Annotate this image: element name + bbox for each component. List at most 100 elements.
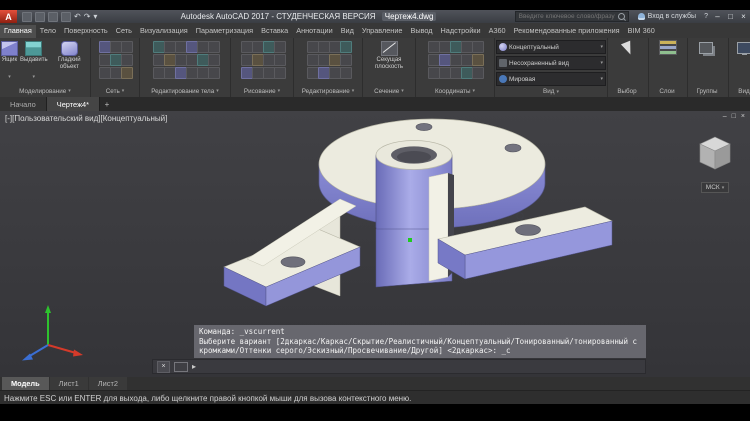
tool-icon[interactable] xyxy=(121,54,133,66)
tool-icon[interactable] xyxy=(186,54,198,66)
tool-icon[interactable] xyxy=(197,54,209,66)
viewport-menu-control[interactable]: [-] xyxy=(5,114,12,123)
tool-icon[interactable] xyxy=(186,41,198,53)
tool-icon[interactable] xyxy=(307,54,319,66)
tab-visualize[interactable]: Визуализация xyxy=(136,25,192,38)
drawing-viewport[interactable]: [-] [Пользовательский вид] [Концептуальн… xyxy=(0,111,750,377)
tab-solid[interactable]: Тело xyxy=(36,25,60,38)
tool-icon[interactable] xyxy=(340,67,352,79)
tool-icon[interactable] xyxy=(318,54,330,66)
panel-label-layers[interactable]: Слои xyxy=(649,85,687,97)
command-input[interactable] xyxy=(200,360,641,373)
command-close-button[interactable]: × xyxy=(157,361,170,373)
file-tab-drawing4[interactable]: Чертеж4* xyxy=(47,97,100,111)
arc-tool-icon[interactable] xyxy=(274,41,286,53)
visual-style-dropdown[interactable]: Концептуальный xyxy=(496,40,606,54)
section-plane-button[interactable]: Секущая плоскость xyxy=(366,40,412,70)
tab-view[interactable]: Вид xyxy=(337,25,358,38)
tool-icon[interactable] xyxy=(197,67,209,79)
tab-featured-apps[interactable]: Рекомендованные приложения xyxy=(510,25,624,38)
tab-a360[interactable]: A360 xyxy=(485,25,510,38)
tool-icon[interactable] xyxy=(263,67,275,79)
tool-icon[interactable] xyxy=(208,67,220,79)
tool-icon[interactable] xyxy=(121,67,133,79)
tool-icon[interactable] xyxy=(175,41,187,53)
help-icon[interactable]: ? xyxy=(701,13,711,20)
viewcube-icon[interactable] xyxy=(694,135,736,171)
selection-cursor-icon[interactable] xyxy=(621,41,635,57)
panel-label-draw[interactable]: Рисование xyxy=(231,85,293,97)
maximize-button[interactable]: □ xyxy=(724,10,737,23)
viewport-minimize-button[interactable]: – xyxy=(723,113,727,120)
save-file-icon[interactable] xyxy=(48,12,58,22)
monitor-icon[interactable] xyxy=(737,42,750,54)
tool-icon[interactable] xyxy=(153,67,165,79)
tab-model[interactable]: Модель xyxy=(2,377,49,390)
tool-icon[interactable] xyxy=(241,54,253,66)
named-view-dropdown[interactable]: Несохраненный вид xyxy=(496,56,606,70)
tool-icon[interactable] xyxy=(307,67,319,79)
tool-icon[interactable] xyxy=(472,41,484,53)
tool-icon[interactable] xyxy=(274,54,286,66)
polyline-tool-icon[interactable] xyxy=(252,41,264,53)
panel-label-mesh[interactable]: Сеть xyxy=(91,85,139,97)
panel-label-solid-editing[interactable]: Редактирование тела xyxy=(140,85,230,97)
tool-icon[interactable] xyxy=(329,54,341,66)
viewport-restore-button[interactable]: □ xyxy=(732,113,736,120)
search-icon[interactable] xyxy=(618,13,625,20)
search-input[interactable] xyxy=(519,13,615,20)
tab-addins[interactable]: Надстройки xyxy=(437,25,485,38)
file-tab-start[interactable]: Начало xyxy=(0,97,47,111)
tool-icon[interactable] xyxy=(197,41,209,53)
minimize-button[interactable]: – xyxy=(711,10,724,23)
panel-label-view[interactable]: Вид xyxy=(495,86,607,97)
tool-icon[interactable] xyxy=(252,67,264,79)
redo-icon[interactable]: ↷ xyxy=(84,13,91,21)
tool-icon[interactable] xyxy=(241,67,253,79)
circle-tool-icon[interactable] xyxy=(263,41,275,53)
tool-icon[interactable] xyxy=(472,67,484,79)
rotate-tool-icon[interactable] xyxy=(318,41,330,53)
wcs-dropdown[interactable]: МСК xyxy=(701,182,729,193)
panel-label-modify[interactable]: Редактирование xyxy=(294,85,362,97)
smooth-object-button[interactable]: Гладкий объект xyxy=(50,40,89,70)
tool-icon[interactable] xyxy=(175,54,187,66)
qat-more-icon[interactable]: ▾ xyxy=(93,13,97,21)
tool-icon[interactable] xyxy=(263,54,275,66)
tab-manage[interactable]: Управление xyxy=(358,25,407,38)
open-file-icon[interactable] xyxy=(35,12,45,22)
ucs-dropdown[interactable]: Мировая xyxy=(496,72,606,86)
plot-icon[interactable] xyxy=(61,12,71,22)
tab-insert[interactable]: Вставка xyxy=(257,25,292,38)
tool-icon[interactable] xyxy=(153,41,165,53)
new-file-icon[interactable] xyxy=(22,12,32,22)
signin-button[interactable]: Вход в службы xyxy=(633,13,701,20)
panel-label-selection[interactable]: Выбор xyxy=(608,85,648,97)
tab-bim360[interactable]: BIM 360 xyxy=(624,25,659,38)
tab-layout2[interactable]: Лист2 xyxy=(89,377,127,390)
new-drawing-button[interactable]: + xyxy=(100,97,114,111)
tool-icon[interactable] xyxy=(329,67,341,79)
tab-layout1[interactable]: Лист1 xyxy=(50,377,88,390)
tool-icon[interactable] xyxy=(340,41,352,53)
viewport-view-control[interactable]: [Пользовательский вид] xyxy=(12,114,100,123)
panel-label-coordinates[interactable]: Координаты xyxy=(416,85,494,97)
close-button[interactable]: × xyxy=(737,10,750,23)
viewport-style-control[interactable]: [Концептуальный] xyxy=(101,114,168,123)
tab-output[interactable]: Вывод xyxy=(406,25,436,38)
extrude-tool-button[interactable]: Выдавить xyxy=(20,40,48,83)
app-menu-button[interactable]: A xyxy=(0,10,17,23)
viewcube[interactable]: МСК xyxy=(692,135,738,194)
tool-icon[interactable] xyxy=(164,67,176,79)
tab-annotate[interactable]: Аннотации xyxy=(292,25,336,38)
tool-icon[interactable] xyxy=(186,67,198,79)
tab-parametric[interactable]: Параметризация xyxy=(192,25,257,38)
tool-icon[interactable] xyxy=(274,67,286,79)
panel-label-section[interactable]: Сечение xyxy=(363,85,415,97)
viewport-close-button[interactable]: × xyxy=(741,113,745,120)
undo-icon[interactable]: ↶ xyxy=(74,13,81,21)
panel-label-modeling[interactable]: Моделирование xyxy=(0,85,90,97)
tab-home[interactable]: Главная xyxy=(0,25,36,38)
tool-icon[interactable] xyxy=(175,67,187,79)
tab-mesh[interactable]: Сеть xyxy=(112,25,136,38)
